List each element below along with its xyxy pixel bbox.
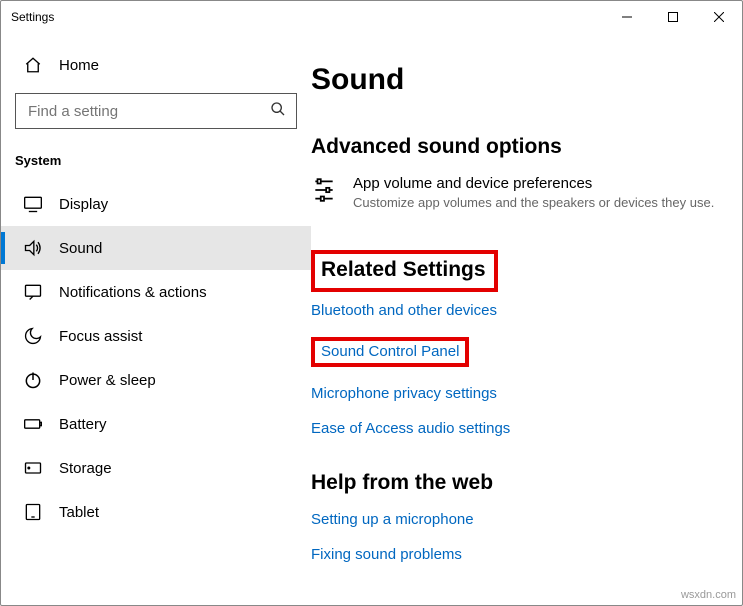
- option-title: App volume and device preferences: [353, 175, 714, 192]
- help-heading: Help from the web: [311, 471, 716, 495]
- nav-item-label: Tablet: [59, 504, 99, 521]
- nav-item-label: Power & sleep: [59, 372, 156, 389]
- category-label: System: [1, 147, 311, 182]
- search-input[interactable]: [26, 102, 270, 121]
- notifications-icon: [23, 282, 43, 302]
- advanced-heading: Advanced sound options: [311, 135, 716, 159]
- link-sound-control-panel-highlight: Sound Control Panel: [311, 337, 469, 367]
- nav-item-label: Battery: [59, 416, 107, 433]
- app-volume-option[interactable]: App volume and device preferences Custom…: [311, 175, 716, 212]
- minimize-button[interactable]: [604, 1, 650, 33]
- sidebar: Home System Display Sound: [1, 33, 311, 605]
- nav-item-power-sleep[interactable]: Power & sleep: [1, 358, 311, 402]
- titlebar: Settings: [1, 1, 742, 33]
- nav-item-label: Display: [59, 196, 108, 213]
- home-icon: [23, 55, 43, 75]
- nav-item-display[interactable]: Display: [1, 182, 311, 226]
- nav-item-notifications[interactable]: Notifications & actions: [1, 270, 311, 314]
- search-icon: [270, 101, 286, 122]
- page-title: Sound: [311, 63, 716, 97]
- maximize-button[interactable]: [650, 1, 696, 33]
- battery-icon: [23, 414, 43, 434]
- nav-home-label: Home: [59, 57, 99, 74]
- nav-item-label: Notifications & actions: [59, 284, 207, 301]
- nav-item-sound[interactable]: Sound: [1, 226, 311, 270]
- nav-item-tablet[interactable]: Tablet: [1, 490, 311, 534]
- focus-assist-icon: [23, 326, 43, 346]
- nav-item-battery[interactable]: Battery: [1, 402, 311, 446]
- tablet-icon: [23, 502, 43, 522]
- link-bluetooth-devices[interactable]: Bluetooth and other devices: [311, 302, 716, 319]
- content-pane: Sound Advanced sound options App volume …: [311, 33, 742, 605]
- search-box[interactable]: [15, 93, 297, 129]
- sound-icon: [23, 238, 43, 258]
- link-help-fix-sound[interactable]: Fixing sound problems: [311, 546, 716, 563]
- window-controls: [604, 1, 742, 33]
- link-help-microphone[interactable]: Setting up a microphone: [311, 511, 716, 528]
- watermark: wsxdn.com: [681, 589, 736, 601]
- display-icon: [23, 194, 43, 214]
- power-icon: [23, 370, 43, 390]
- nav-item-label: Sound: [59, 240, 102, 257]
- nav-item-label: Focus assist: [59, 328, 142, 345]
- nav-item-focus-assist[interactable]: Focus assist: [1, 314, 311, 358]
- link-sound-control-panel[interactable]: Sound Control Panel: [321, 343, 459, 360]
- related-heading-highlight: Related Settings: [311, 250, 498, 292]
- window-title: Settings: [11, 10, 54, 24]
- help-section: Help from the web Setting up a microphon…: [311, 471, 716, 563]
- nav-item-storage[interactable]: Storage: [1, 446, 311, 490]
- close-button[interactable]: [696, 1, 742, 33]
- nav-item-label: Storage: [59, 460, 112, 477]
- link-ease-of-access-audio[interactable]: Ease of Access audio settings: [311, 420, 716, 437]
- related-settings-section: Related Settings Bluetooth and other dev…: [311, 250, 716, 437]
- sliders-icon: [311, 175, 339, 212]
- storage-icon: [23, 458, 43, 478]
- link-microphone-privacy[interactable]: Microphone privacy settings: [311, 385, 716, 402]
- option-desc: Customize app volumes and the speakers o…: [353, 194, 714, 212]
- nav-home[interactable]: Home: [1, 47, 311, 83]
- related-heading: Related Settings: [321, 258, 486, 282]
